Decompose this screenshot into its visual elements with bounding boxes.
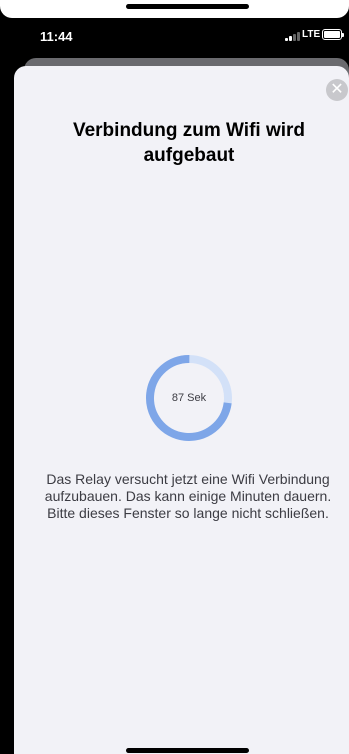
battery-icon xyxy=(322,29,342,40)
previous-home-indicator xyxy=(126,4,249,9)
status-bar: 11:44 LTE xyxy=(0,18,349,58)
battery-cap xyxy=(342,33,344,37)
previous-sheet-edge xyxy=(0,0,349,18)
close-icon: ✕ xyxy=(330,81,344,98)
signal-icon xyxy=(285,31,303,41)
status-time: 11:44 xyxy=(40,29,73,44)
dialog-description: Das Relay versucht jetzt eine Wifi Verbi… xyxy=(44,471,332,521)
network-type: LTE xyxy=(302,29,321,40)
dialog-title: Verbindung zum Wifi wird aufgebaut xyxy=(72,120,306,166)
countdown-progress: 87 Sek xyxy=(145,354,233,442)
close-button[interactable]: ✕ xyxy=(326,79,348,101)
home-indicator xyxy=(126,748,249,753)
countdown-label: 87 Sek xyxy=(171,392,207,404)
